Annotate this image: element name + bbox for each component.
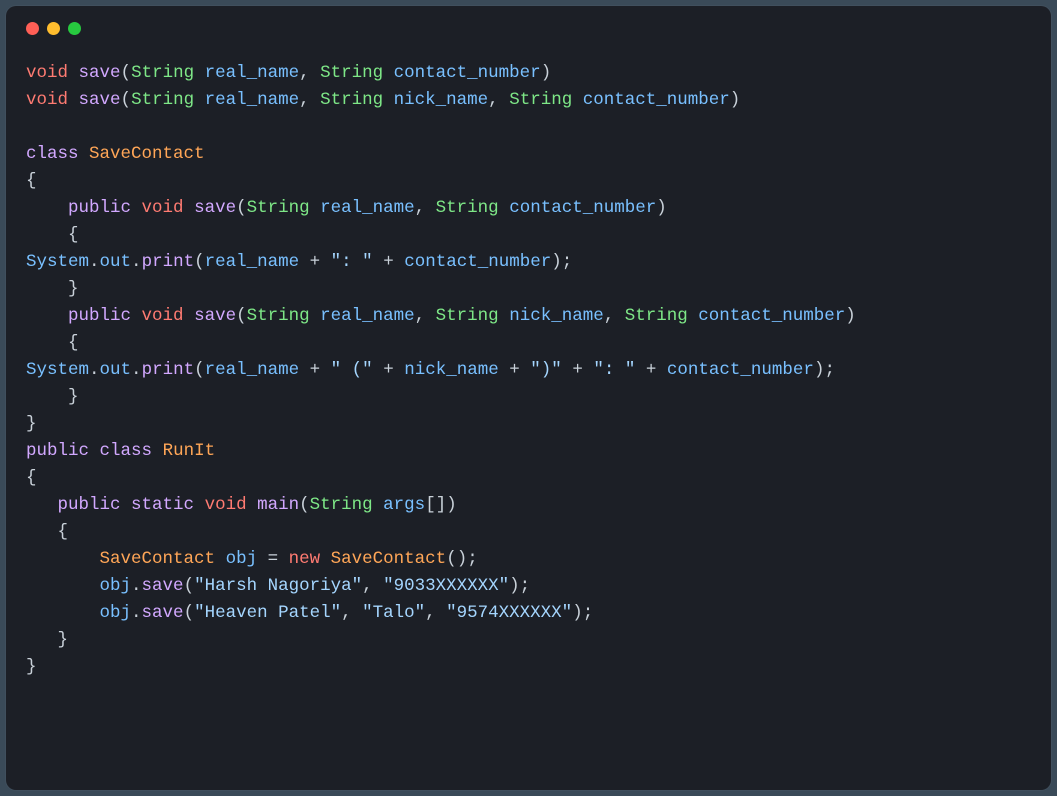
type-string: String bbox=[131, 63, 194, 83]
keyword-class: class bbox=[100, 441, 153, 461]
param-real-name: real_name bbox=[320, 198, 415, 218]
class-savecontact: SaveContact bbox=[89, 144, 205, 164]
function-print: print bbox=[142, 252, 195, 272]
var-obj: obj bbox=[226, 549, 258, 569]
keyword-void: void bbox=[142, 198, 184, 218]
function-save: save bbox=[142, 603, 184, 623]
string-heaven: "Heaven Patel" bbox=[194, 603, 341, 623]
zoom-icon[interactable] bbox=[68, 22, 81, 35]
var-nick-name: nick_name bbox=[404, 360, 499, 380]
titlebar bbox=[6, 6, 1051, 50]
keyword-void: void bbox=[26, 63, 68, 83]
type-string: String bbox=[247, 198, 310, 218]
function-save: save bbox=[194, 198, 236, 218]
function-save: save bbox=[79, 90, 121, 110]
function-main: main bbox=[257, 495, 299, 515]
type-string: String bbox=[436, 306, 499, 326]
string-colon: ": " bbox=[331, 252, 373, 272]
keyword-static: static bbox=[131, 495, 194, 515]
string-colon: ": " bbox=[593, 360, 635, 380]
string-close-paren: ")" bbox=[530, 360, 562, 380]
keyword-public: public bbox=[68, 198, 131, 218]
param-real-name: real_name bbox=[205, 63, 300, 83]
type-string: String bbox=[320, 90, 383, 110]
class-savecontact: SaveContact bbox=[100, 549, 216, 569]
param-real-name: real_name bbox=[320, 306, 415, 326]
param-real-name: real_name bbox=[205, 90, 300, 110]
type-string: String bbox=[509, 90, 572, 110]
identifier-out: out bbox=[100, 252, 132, 272]
var-real-name: real_name bbox=[205, 252, 300, 272]
function-save: save bbox=[194, 306, 236, 326]
keyword-public: public bbox=[58, 495, 121, 515]
keyword-class: class bbox=[26, 144, 79, 164]
param-nick-name: nick_name bbox=[509, 306, 604, 326]
type-string: String bbox=[310, 495, 373, 515]
type-string: String bbox=[320, 63, 383, 83]
type-string: String bbox=[131, 90, 194, 110]
keyword-void: void bbox=[26, 90, 68, 110]
class-savecontact: SaveContact bbox=[331, 549, 447, 569]
param-nick-name: nick_name bbox=[394, 90, 489, 110]
keyword-void: void bbox=[205, 495, 247, 515]
var-obj: obj bbox=[100, 603, 132, 623]
string-talo: "Talo" bbox=[362, 603, 425, 623]
keyword-public: public bbox=[68, 306, 131, 326]
identifier-out: out bbox=[100, 360, 132, 380]
param-contact-number: contact_number bbox=[698, 306, 845, 326]
param-contact-number: contact_number bbox=[509, 198, 656, 218]
keyword-void: void bbox=[142, 306, 184, 326]
minimize-icon[interactable] bbox=[47, 22, 60, 35]
param-contact-number: contact_number bbox=[583, 90, 730, 110]
var-obj: obj bbox=[100, 576, 132, 596]
param-args: args bbox=[383, 495, 425, 515]
param-contact-number: contact_number bbox=[394, 63, 541, 83]
type-string: String bbox=[625, 306, 688, 326]
string-9574: "9574XXXXXX" bbox=[446, 603, 572, 623]
code-window: void save(String real_name, String conta… bbox=[6, 6, 1051, 790]
type-string: String bbox=[436, 198, 499, 218]
var-contact-number: contact_number bbox=[404, 252, 551, 272]
function-save: save bbox=[142, 576, 184, 596]
code-block: void save(String real_name, String conta… bbox=[6, 50, 1051, 701]
string-9033: "9033XXXXXX" bbox=[383, 576, 509, 596]
string-harsh: "Harsh Nagoriya" bbox=[194, 576, 362, 596]
close-icon[interactable] bbox=[26, 22, 39, 35]
type-string: String bbox=[247, 306, 310, 326]
keyword-public: public bbox=[26, 441, 89, 461]
identifier-system: System bbox=[26, 360, 89, 380]
keyword-new: new bbox=[289, 549, 321, 569]
function-save: save bbox=[79, 63, 121, 83]
function-print: print bbox=[142, 360, 195, 380]
class-runit: RunIt bbox=[163, 441, 216, 461]
identifier-system: System bbox=[26, 252, 89, 272]
var-real-name: real_name bbox=[205, 360, 300, 380]
var-contact-number: contact_number bbox=[667, 360, 814, 380]
string-open-paren: " (" bbox=[331, 360, 373, 380]
